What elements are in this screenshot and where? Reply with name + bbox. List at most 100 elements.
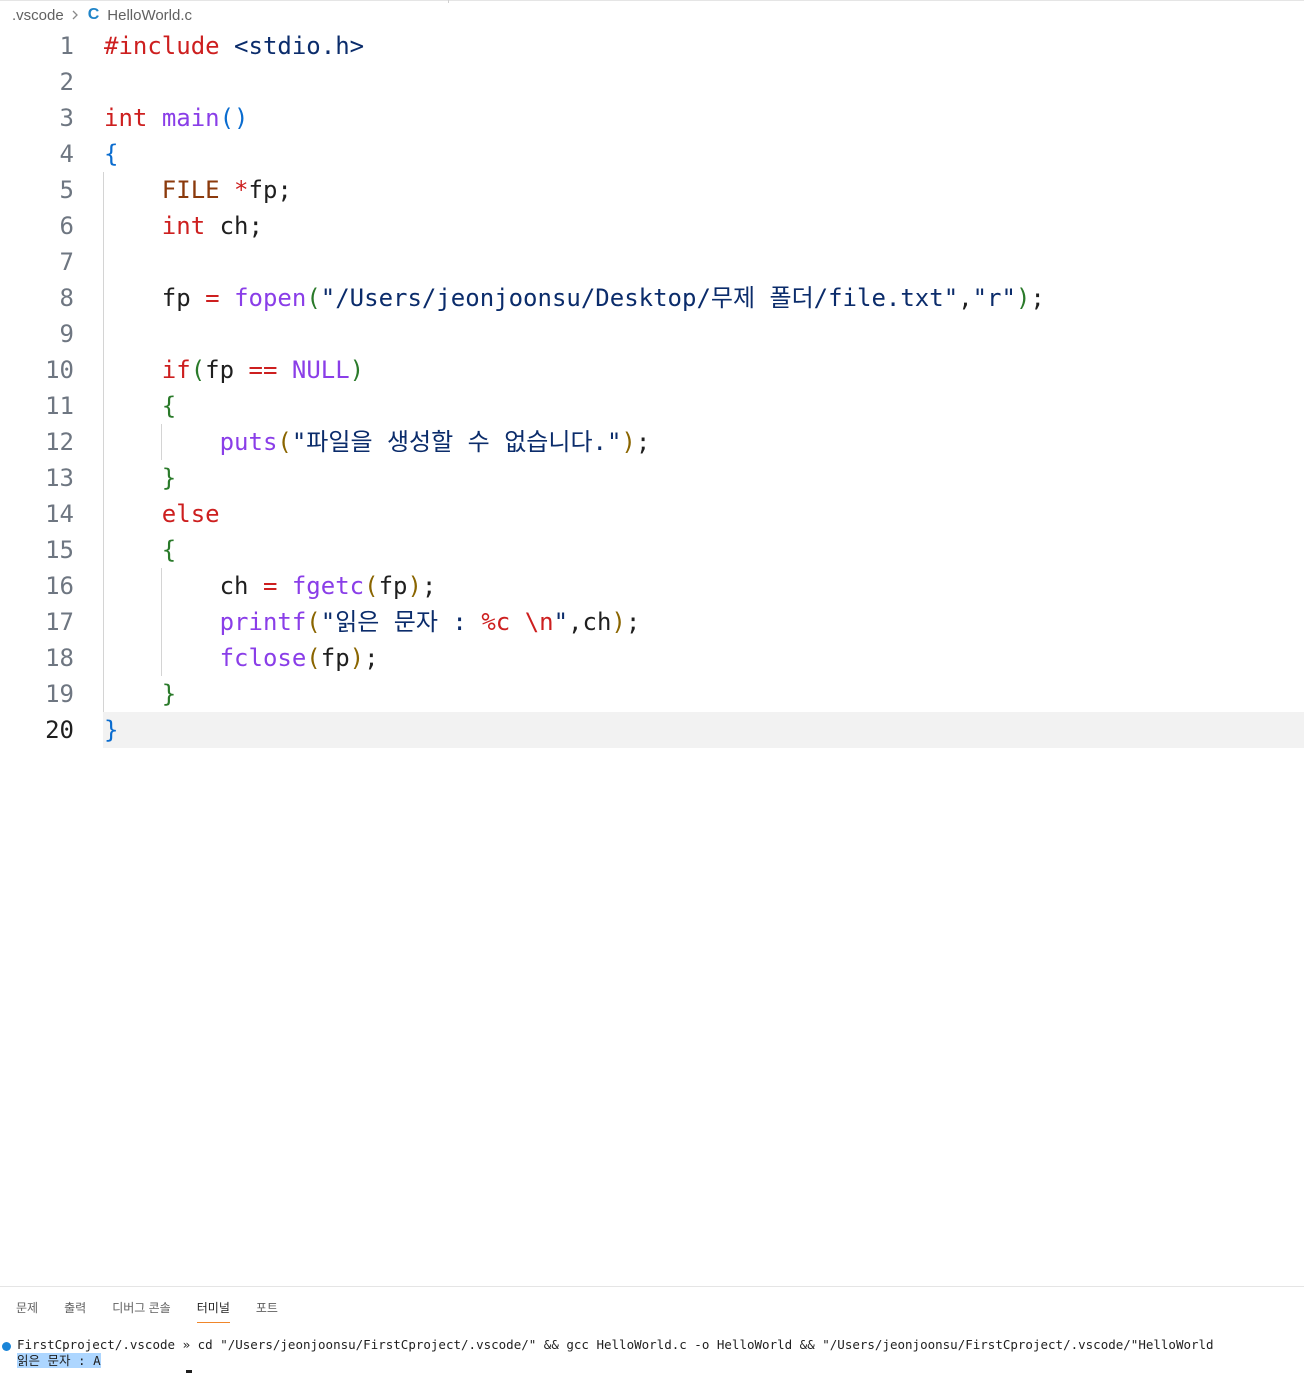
code-line[interactable]: 4{ <box>0 136 1304 172</box>
command-status-icon <box>2 1342 11 1351</box>
line-number: 5 <box>59 176 74 204</box>
code-token: } <box>161 680 177 708</box>
code-token: FILE <box>161 176 220 204</box>
top-border <box>0 0 1304 3</box>
code-token: ch; <box>205 212 263 240</box>
code-line[interactable]: 10 if(fp == NULL) <box>0 352 1304 388</box>
line-number: 11 <box>45 392 74 420</box>
code-token: ; <box>364 644 379 672</box>
code-text: printf("읽은 문자 : %c \n",ch); <box>104 604 641 640</box>
code-token: ) <box>349 644 365 672</box>
breadcrumb-folder[interactable]: .vscode <box>12 7 64 24</box>
code-token: fp <box>320 644 350 672</box>
code-token: \n <box>524 608 554 636</box>
code-line[interactable]: 12 puts("파일을 생성할 수 없습니다."); <box>0 424 1304 460</box>
code-token: { <box>104 140 119 168</box>
code-token: ( <box>190 356 206 384</box>
code-text: } <box>104 460 176 496</box>
tab-ports[interactable]: 포트 <box>256 1299 278 1322</box>
code-token: ) <box>407 572 422 600</box>
terminal-selection: 읽은 문자 : A <box>17 1353 101 1368</box>
code-text: #include <stdio.h> <box>104 28 364 64</box>
code-text: } <box>104 676 176 712</box>
c-language-icon: C <box>87 6 100 23</box>
code-line[interactable]: 11 { <box>0 388 1304 424</box>
tab-problems[interactable]: 문제 <box>16 1299 38 1322</box>
code-line[interactable]: 19 } <box>0 676 1304 712</box>
line-number: 2 <box>59 68 74 96</box>
code-line[interactable]: 14 else <box>0 496 1304 532</box>
code-token: int <box>161 212 206 240</box>
tab-debug-console[interactable]: 디버그 콘솔 <box>112 1299 171 1322</box>
code-token: } <box>104 716 119 744</box>
line-number: 14 <box>45 500 74 528</box>
tab-output[interactable]: 출력 <box>64 1299 86 1322</box>
code-token: ( <box>364 572 379 600</box>
code-line[interactable]: 2 <box>0 64 1304 100</box>
code-line[interactable]: 15 { <box>0 532 1304 568</box>
code-line[interactable]: 13 } <box>0 460 1304 496</box>
line-number: 9 <box>59 320 74 348</box>
breadcrumb: .vscode C HelloWorld.c <box>12 4 192 26</box>
code-token: { <box>161 392 177 420</box>
line-number: 6 <box>59 212 74 240</box>
code-token: == <box>248 356 278 384</box>
code-token: if <box>161 356 191 384</box>
line-number: 16 <box>45 572 74 600</box>
code-token: } <box>161 464 177 492</box>
code-token: fp <box>205 356 249 384</box>
code-token: = <box>262 572 278 600</box>
code-token: puts <box>219 428 278 456</box>
terminal-output-line: 읽은 문자 : A <box>17 1353 101 1369</box>
code-token: ( <box>306 608 321 636</box>
line-number: 3 <box>59 104 74 132</box>
code-editor[interactable]: 1 #include <stdio.h> 2 3 int main() 4{5 FILE … <box>0 28 1304 758</box>
breadcrumb-file[interactable]: HelloWorld.c <box>107 7 192 24</box>
code-line[interactable]: 6 int ch; <box>0 208 1304 244</box>
code-line[interactable]: 20} <box>0 712 1304 748</box>
code-token: "/Users/jeonjoonsu/Desktop/무제 폴더/file.tx… <box>320 284 959 312</box>
code-token: { <box>161 536 177 564</box>
code-text: int main() <box>104 100 249 136</box>
code-token: fclose <box>219 644 307 672</box>
code-text: fp = fopen("/Users/jeonjoonsu/Desktop/무제… <box>104 280 1045 316</box>
code-line[interactable]: 5 FILE *fp; <box>0 172 1304 208</box>
code-token: else <box>161 500 220 528</box>
code-token: int <box>104 104 148 132</box>
code-token: "파일을 생성할 수 없습니다." <box>291 428 622 456</box>
code-text: ch = fgetc(fp); <box>104 568 437 604</box>
code-token: ) <box>621 428 636 456</box>
code-line[interactable]: 1 #include <stdio.h> <box>0 28 1304 64</box>
code-text: { <box>104 532 176 568</box>
code-token: #include <box>104 32 220 60</box>
code-line[interactable]: 7 <box>0 244 1304 280</box>
line-number: 20 <box>45 716 74 744</box>
code-line[interactable]: 18 fclose(fp); <box>0 640 1304 676</box>
code-token: fp <box>378 572 408 600</box>
code-token: fp <box>104 284 206 312</box>
code-line[interactable]: 17 printf("읽은 문자 : %c \n",ch); <box>0 604 1304 640</box>
code-line[interactable]: 8 fp = fopen("/Users/jeonjoonsu/Desktop/… <box>0 280 1304 316</box>
line-number: 13 <box>45 464 74 492</box>
code-line[interactable]: 9 <box>0 316 1304 352</box>
code-text: { <box>104 136 118 172</box>
code-token: NULL <box>291 356 350 384</box>
code-line[interactable]: 16 ch = fgetc(fp); <box>0 568 1304 604</box>
code-token: fgetc <box>291 572 365 600</box>
code-line[interactable]: 3 int main() <box>0 100 1304 136</box>
tab-terminal[interactable]: 터미널 <box>196 1299 230 1323</box>
line-number: 17 <box>45 608 74 636</box>
